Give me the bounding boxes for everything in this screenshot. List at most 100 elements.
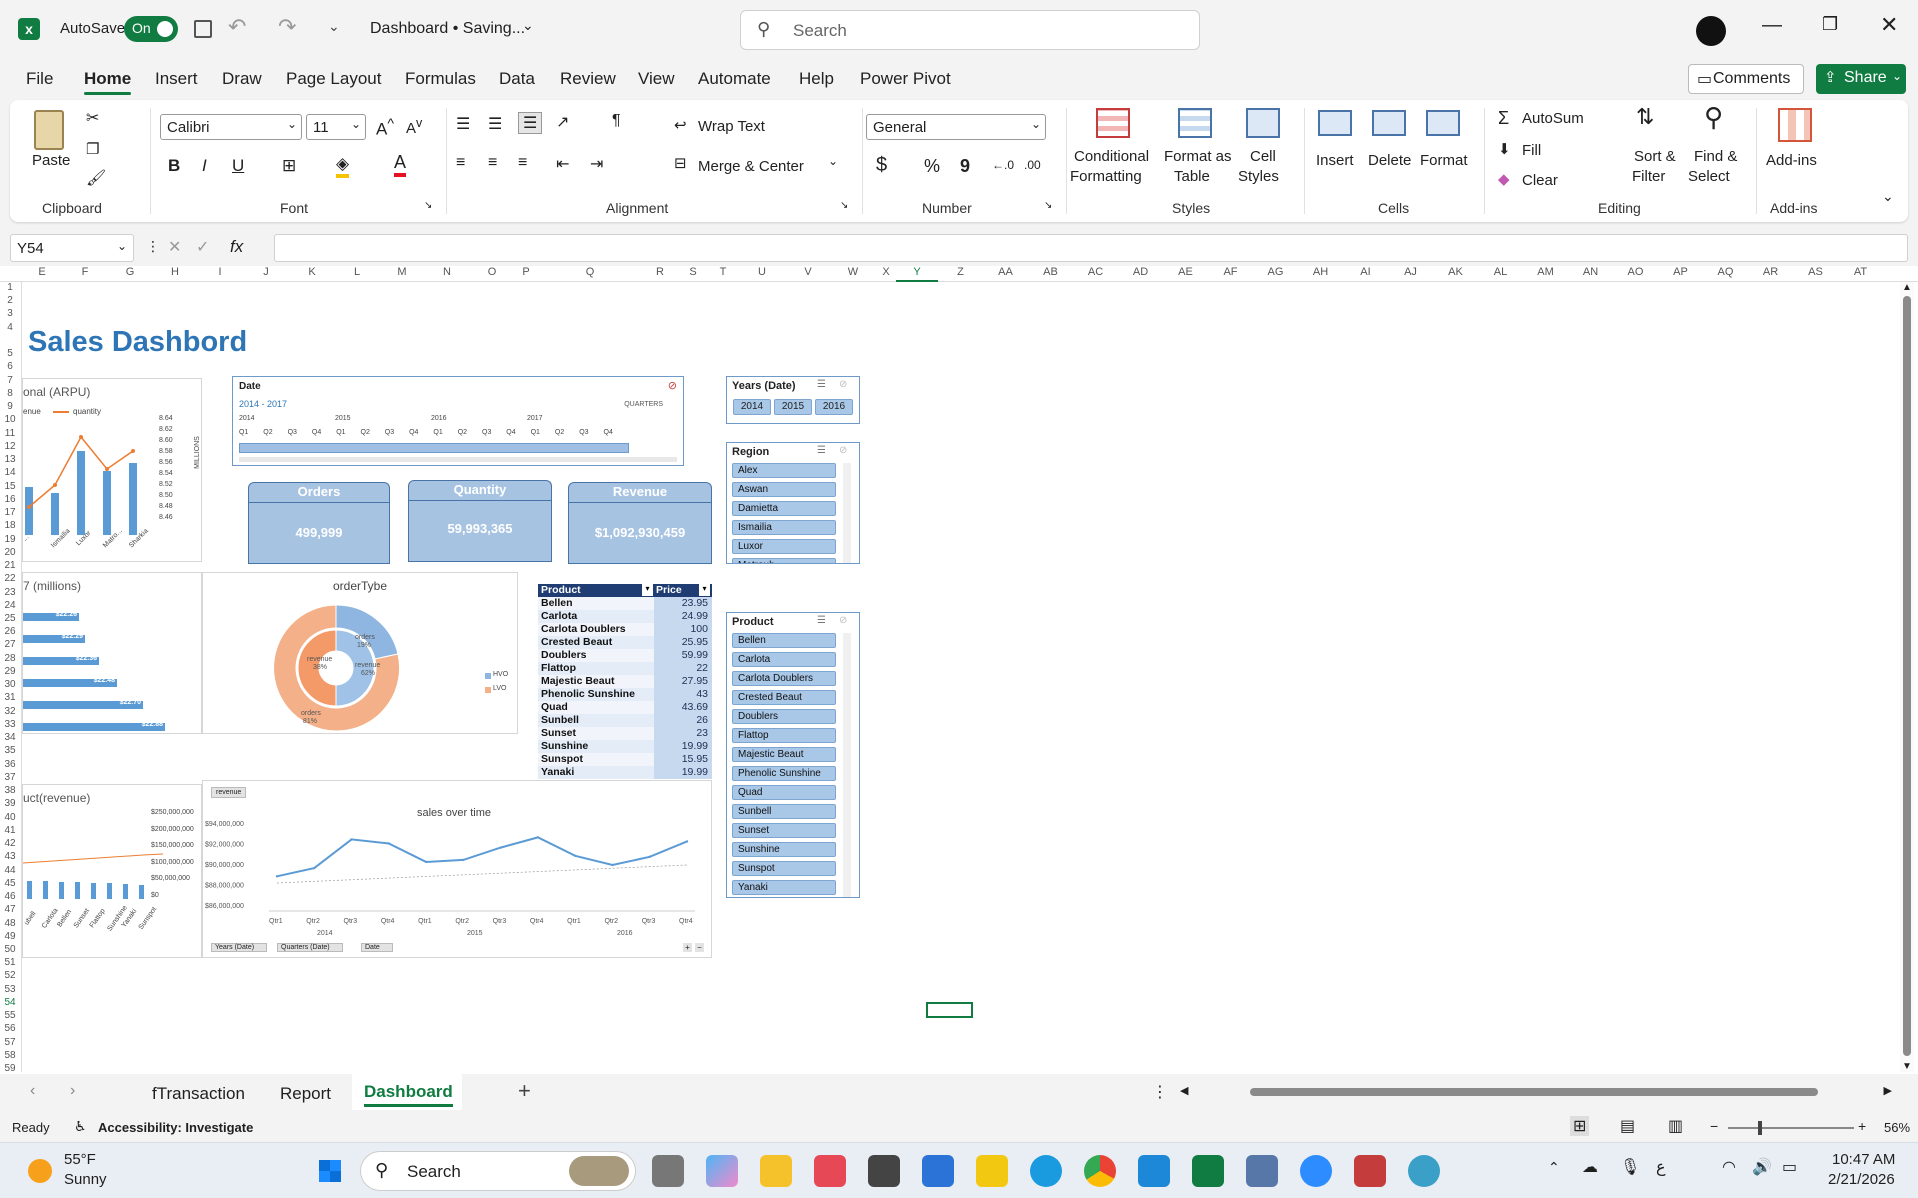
column-header[interactable]: S bbox=[678, 266, 708, 282]
collapse-ribbon-icon[interactable]: ⌄ bbox=[1882, 188, 1894, 205]
insert-cells-button[interactable]: Insert bbox=[1316, 152, 1354, 169]
column-header[interactable]: R bbox=[642, 266, 678, 282]
price-pivot-table[interactable]: Product ▾ Price ▾ Bellen 23.95 Carlota 24.9… bbox=[538, 584, 712, 780]
excel-taskbar-icon[interactable] bbox=[1192, 1155, 1224, 1187]
align-right-icon[interactable]: ≡ bbox=[518, 154, 527, 172]
row-header[interactable]: 40 bbox=[0, 812, 20, 823]
align-middle-icon[interactable]: ☰ bbox=[488, 114, 502, 134]
column-header[interactable]: Y bbox=[896, 266, 938, 282]
row-header[interactable]: 23 bbox=[0, 587, 20, 598]
timeline-level[interactable]: QUARTERS bbox=[624, 401, 663, 408]
wifi-icon[interactable]: ◠ bbox=[1722, 1157, 1736, 1177]
scroll-left-icon[interactable]: ◀ bbox=[1180, 1084, 1188, 1097]
column-header[interactable]: AS bbox=[1793, 266, 1838, 282]
page-break-view-icon[interactable]: ▥ bbox=[1668, 1116, 1683, 1136]
years-slicer-item[interactable]: 2016 bbox=[815, 399, 853, 415]
row-header[interactable]: 17 bbox=[0, 507, 20, 518]
worksheet-grid[interactable]: E F G H I J K L M N O P Q R S T U V W X Y Z AA AB AC AD AE AF AG AH AI… bbox=[0, 266, 1918, 1074]
restore-icon[interactable]: ❐ bbox=[1822, 14, 1838, 35]
cut-icon[interactable]: ✂ bbox=[86, 108, 99, 128]
column-header[interactable]: K bbox=[290, 266, 334, 282]
table-row[interactable]: Doublers 59.99 bbox=[538, 649, 712, 662]
app-icon-3[interactable] bbox=[1354, 1155, 1386, 1187]
app-icon-4[interactable] bbox=[1408, 1155, 1440, 1187]
table-row[interactable]: Crested Beaut 25.95 bbox=[538, 636, 712, 649]
tab-home[interactable]: Home bbox=[84, 69, 132, 95]
power-bi-icon[interactable] bbox=[976, 1155, 1008, 1187]
row-header[interactable]: 36 bbox=[0, 759, 20, 770]
filter-dropdown-icon[interactable]: ▾ bbox=[642, 584, 653, 596]
font-name-select[interactable]: Calibri ⌄ bbox=[160, 114, 302, 140]
row-header[interactable]: 35 bbox=[0, 745, 20, 756]
conditional-formatting-icon[interactable] bbox=[1096, 108, 1130, 138]
edge-icon[interactable] bbox=[1030, 1155, 1062, 1187]
italic-button[interactable]: I bbox=[202, 156, 207, 176]
tab-draw[interactable]: Draw bbox=[222, 69, 262, 89]
row-header[interactable]: 7 bbox=[0, 375, 20, 386]
column-header[interactable]: O bbox=[470, 266, 514, 282]
tab-insert[interactable]: Insert bbox=[155, 69, 198, 89]
delete-cells-icon[interactable] bbox=[1372, 110, 1406, 136]
column-header[interactable]: AL bbox=[1478, 266, 1523, 282]
row-header[interactable]: 28 bbox=[0, 653, 20, 664]
windows-start-icon[interactable] bbox=[316, 1157, 344, 1185]
borders-icon[interactable]: ⊞ bbox=[282, 156, 296, 176]
expand-field-icon[interactable]: + bbox=[683, 943, 692, 952]
row-header[interactable]: 4 bbox=[0, 322, 20, 333]
app-icon-2[interactable] bbox=[922, 1155, 954, 1187]
taskbar-search[interactable]: ⚲ Search bbox=[360, 1151, 636, 1191]
table-row[interactable]: Bellen 23.95 bbox=[538, 597, 712, 610]
row-header[interactable]: 51 bbox=[0, 957, 20, 968]
find-select-label2[interactable]: Select bbox=[1688, 168, 1730, 185]
region-slicer-item[interactable]: Alex bbox=[732, 463, 836, 478]
accessibility-icon[interactable]: ♿ bbox=[74, 1118, 87, 1135]
column-header[interactable]: AQ bbox=[1703, 266, 1748, 282]
autosave-toggle[interactable]: On bbox=[124, 16, 178, 42]
table-row[interactable]: Quad 43.69 bbox=[538, 701, 712, 714]
row-header[interactable]: 6 bbox=[0, 361, 20, 372]
product-revenue-chart[interactable]: uct(revenue) $250,000,000 $200,000,000 $15… bbox=[22, 784, 202, 958]
slicer-scrollbar[interactable] bbox=[843, 463, 851, 563]
battery-icon[interactable]: ▭ bbox=[1782, 1157, 1797, 1177]
share-button[interactable]: ⇪ Share ⌄ bbox=[1816, 64, 1906, 94]
normal-view-icon[interactable]: ⊞ bbox=[1570, 1116, 1590, 1136]
clock-date[interactable]: 2/21/2026 bbox=[1828, 1171, 1895, 1188]
zoom-slider[interactable] bbox=[1728, 1121, 1854, 1135]
slicer-scrollbar[interactable] bbox=[843, 633, 851, 897]
row-header[interactable]: 19 bbox=[0, 534, 20, 545]
weather-sun-icon[interactable] bbox=[28, 1159, 52, 1183]
accessibility-status[interactable]: Accessibility: Investigate bbox=[98, 1120, 253, 1135]
dialog-launcher-icon[interactable]: ↘ bbox=[840, 200, 848, 211]
row-header[interactable]: 45 bbox=[0, 878, 20, 889]
row-header[interactable]: 22 bbox=[0, 573, 20, 584]
row-header[interactable]: 20 bbox=[0, 547, 20, 558]
minimize-icon[interactable]: — bbox=[1762, 14, 1782, 37]
product-slicer-item[interactable]: Phenolic Sunshine bbox=[732, 766, 836, 781]
virtualbox-icon[interactable] bbox=[1246, 1155, 1278, 1187]
tab-data[interactable]: Data bbox=[499, 69, 535, 89]
more-sheets-icon[interactable]: ⋮ bbox=[1152, 1082, 1168, 1102]
sheet-tab-ftransaction[interactable]: fTransaction bbox=[152, 1084, 245, 1104]
add-sheet-icon[interactable]: + bbox=[518, 1078, 531, 1104]
row-header[interactable]: 47 bbox=[0, 904, 20, 915]
chevron-down-icon[interactable]: ⌄ bbox=[522, 17, 534, 34]
dialog-launcher-icon[interactable]: ↘ bbox=[1044, 200, 1052, 211]
column-header[interactable]: P bbox=[514, 266, 538, 282]
row-header[interactable]: 15 bbox=[0, 481, 20, 492]
format-as-table-label1[interactable]: Format as bbox=[1164, 148, 1232, 165]
timeline-quarter[interactable]: Q1 bbox=[433, 429, 442, 436]
vertical-scrollbar[interactable]: ▲ ▼ bbox=[1900, 282, 1914, 1072]
column-header[interactable]: AP bbox=[1658, 266, 1703, 282]
product-slicer-item[interactable]: Carlota Doublers bbox=[732, 671, 836, 686]
row-header[interactable]: 1 bbox=[0, 282, 20, 293]
column-header[interactable]: E bbox=[22, 266, 62, 282]
table-row[interactable]: Sunbell 26 bbox=[538, 714, 712, 727]
row-header[interactable]: 49 bbox=[0, 931, 20, 942]
row-header[interactable]: 37 bbox=[0, 772, 20, 783]
table-row[interactable]: Sunset 23 bbox=[538, 727, 712, 740]
document-title[interactable]: Dashboard • Saving... bbox=[370, 20, 525, 38]
vertical-scroll-thumb[interactable] bbox=[1903, 296, 1911, 1056]
table-row[interactable]: Phenolic Sunshine 43 bbox=[538, 688, 712, 701]
clear-filter-icon[interactable]: ⊘ bbox=[839, 615, 847, 626]
clear-filter-icon[interactable]: ⊘ bbox=[839, 445, 847, 456]
